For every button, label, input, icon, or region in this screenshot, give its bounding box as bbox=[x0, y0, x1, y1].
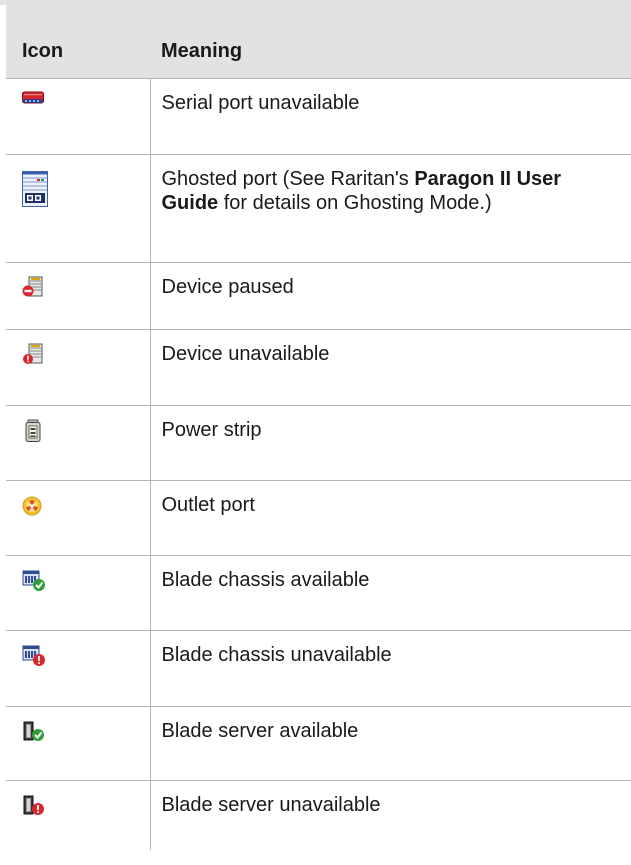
table-row: Power strip bbox=[6, 404, 631, 480]
column-header-icon: Icon bbox=[6, 5, 150, 78]
icon-cell bbox=[6, 261, 151, 329]
icon-cell bbox=[6, 77, 151, 154]
serial-port-unavailable-icon bbox=[22, 91, 44, 110]
icon-cell bbox=[6, 479, 151, 555]
device-unavailable-icon bbox=[22, 343, 44, 370]
meaning-cell: Ghosted port (See Raritan's Paragon II U… bbox=[150, 153, 631, 262]
icon-cell bbox=[6, 404, 151, 480]
icon-cell bbox=[6, 153, 151, 262]
meaning-cell: Blade server unavailable bbox=[150, 779, 631, 850]
meaning-cell: Blade chassis available bbox=[150, 554, 631, 630]
meaning-cell: Device paused bbox=[150, 261, 631, 329]
blade-chassis-available-icon bbox=[22, 570, 46, 597]
icon-cell bbox=[6, 554, 151, 630]
table-row: Device unavailable bbox=[6, 328, 631, 405]
blade-server-available-icon bbox=[22, 721, 46, 748]
device-paused-icon bbox=[22, 276, 44, 303]
meaning-cell: Blade chassis unavailable bbox=[150, 629, 631, 706]
meaning-cell: Power strip bbox=[150, 404, 631, 480]
table-row: Device paused bbox=[6, 261, 631, 329]
meaning-text: for details on Ghosting Mode.) bbox=[218, 191, 492, 214]
icon-cell bbox=[6, 779, 151, 850]
outlet-port-icon bbox=[22, 495, 44, 522]
table-row: Blade chassis unavailable bbox=[6, 629, 631, 706]
blade-server-unavailable-icon bbox=[22, 795, 46, 822]
icon-cell bbox=[6, 629, 151, 706]
power-strip-icon bbox=[22, 419, 44, 448]
meaning-cell: Blade server available bbox=[150, 705, 631, 780]
meaning-cell: Outlet port bbox=[150, 479, 631, 555]
table-row: Blade chassis available bbox=[6, 554, 631, 630]
column-header-meaning: Meaning bbox=[150, 5, 631, 78]
meaning-cell: Serial port unavailable bbox=[150, 77, 631, 154]
icon-meaning-table: Icon Meaning Serial port unavailable Gho… bbox=[6, 5, 631, 850]
table-row: Blade server available bbox=[6, 705, 631, 780]
table-row: Outlet port bbox=[6, 479, 631, 555]
table-row: Serial port unavailable bbox=[6, 77, 631, 154]
table-header-row: Icon Meaning bbox=[6, 5, 631, 78]
meaning-text: Ghosted port (See Raritan's bbox=[161, 167, 415, 190]
table-row: Ghosted port (See Raritan's Paragon II U… bbox=[6, 153, 631, 262]
icon-cell bbox=[6, 705, 151, 780]
table-row: Blade server unavailable bbox=[6, 779, 631, 850]
blade-chassis-unavailable-icon bbox=[22, 645, 46, 672]
icon-cell bbox=[6, 328, 151, 405]
ghosted-port-icon bbox=[22, 170, 48, 212]
meaning-cell: Device unavailable bbox=[150, 328, 631, 405]
